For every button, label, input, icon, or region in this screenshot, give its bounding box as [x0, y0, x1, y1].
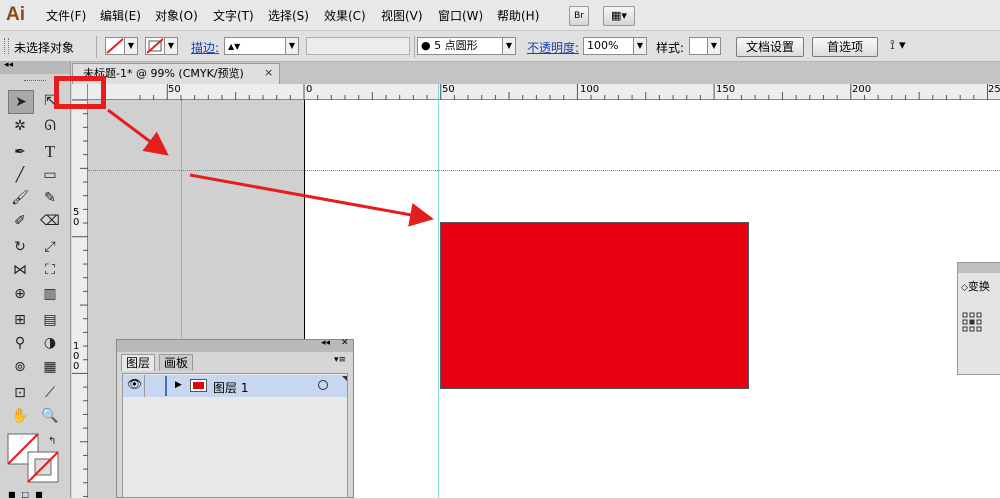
layer-thumbnail — [190, 379, 207, 392]
expand-triangle-icon[interactable]: ▶ — [175, 380, 182, 390]
ruler-origin-highlight — [54, 76, 106, 109]
layers-panel-titlebar[interactable]: ◂◂ ✕ — [117, 338, 353, 352]
arrow-to-rectangle — [189, 173, 434, 227]
divider — [144, 375, 145, 397]
transform-title: 变换 — [967, 280, 990, 293]
tab-layers[interactable]: 图层 — [121, 354, 156, 371]
transform-panel-title[interactable]: ◇变换 — [961, 278, 990, 294]
layer-color-bar — [165, 376, 167, 396]
layer-name[interactable]: 图层 1 — [213, 379, 248, 396]
reference-point-icon[interactable] — [962, 312, 982, 332]
collapse-icon[interactable]: ◂◂ — [321, 338, 330, 348]
panel-menu-icon[interactable]: ▾≡ — [334, 355, 346, 365]
panel-toggle-icon: ◇ — [961, 283, 968, 293]
close-icon[interactable]: ✕ — [341, 338, 349, 348]
eye-icon[interactable]: 👁 — [127, 377, 142, 391]
selection-indicator-icon — [342, 376, 347, 381]
reference-grid-icon — [962, 312, 982, 332]
target-circle-icon[interactable] — [318, 380, 328, 390]
transform-panel-titlebar[interactable] — [958, 263, 1000, 273]
arrow-to-origin — [107, 108, 169, 156]
tab-artboards[interactable]: 画板 — [159, 354, 194, 371]
